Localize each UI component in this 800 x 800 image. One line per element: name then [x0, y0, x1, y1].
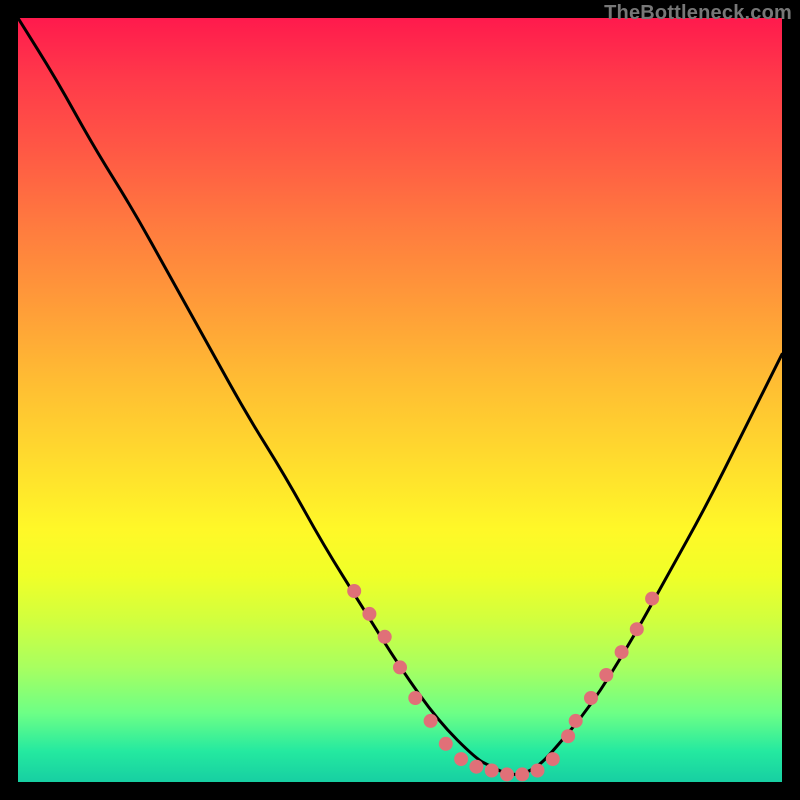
watermark-text: TheBottleneck.com	[604, 2, 792, 25]
chart-svg	[18, 18, 782, 782]
marker-dot	[515, 767, 529, 781]
marker-dot	[439, 737, 453, 751]
marker-dot	[569, 714, 583, 728]
chart-container: { "watermark": "TheBottleneck.com", "col…	[0, 0, 800, 800]
marker-dot	[546, 752, 560, 766]
plot-area	[18, 18, 782, 782]
marker-dot	[615, 645, 629, 659]
marker-dot	[378, 630, 392, 644]
marker-dot	[630, 622, 644, 636]
marker-dot	[584, 691, 598, 705]
marker-dot	[454, 752, 468, 766]
marker-dot	[500, 767, 514, 781]
marker-dot	[645, 592, 659, 606]
marker-dot	[599, 668, 613, 682]
marker-dot	[531, 764, 545, 778]
marker-dot	[408, 691, 422, 705]
marker-dot	[362, 607, 376, 621]
marker-dot	[424, 714, 438, 728]
marker-dot	[469, 760, 483, 774]
marker-dots	[347, 584, 659, 781]
marker-dot	[561, 729, 575, 743]
marker-dot	[347, 584, 361, 598]
marker-dot	[485, 764, 499, 778]
marker-dot	[393, 660, 407, 674]
